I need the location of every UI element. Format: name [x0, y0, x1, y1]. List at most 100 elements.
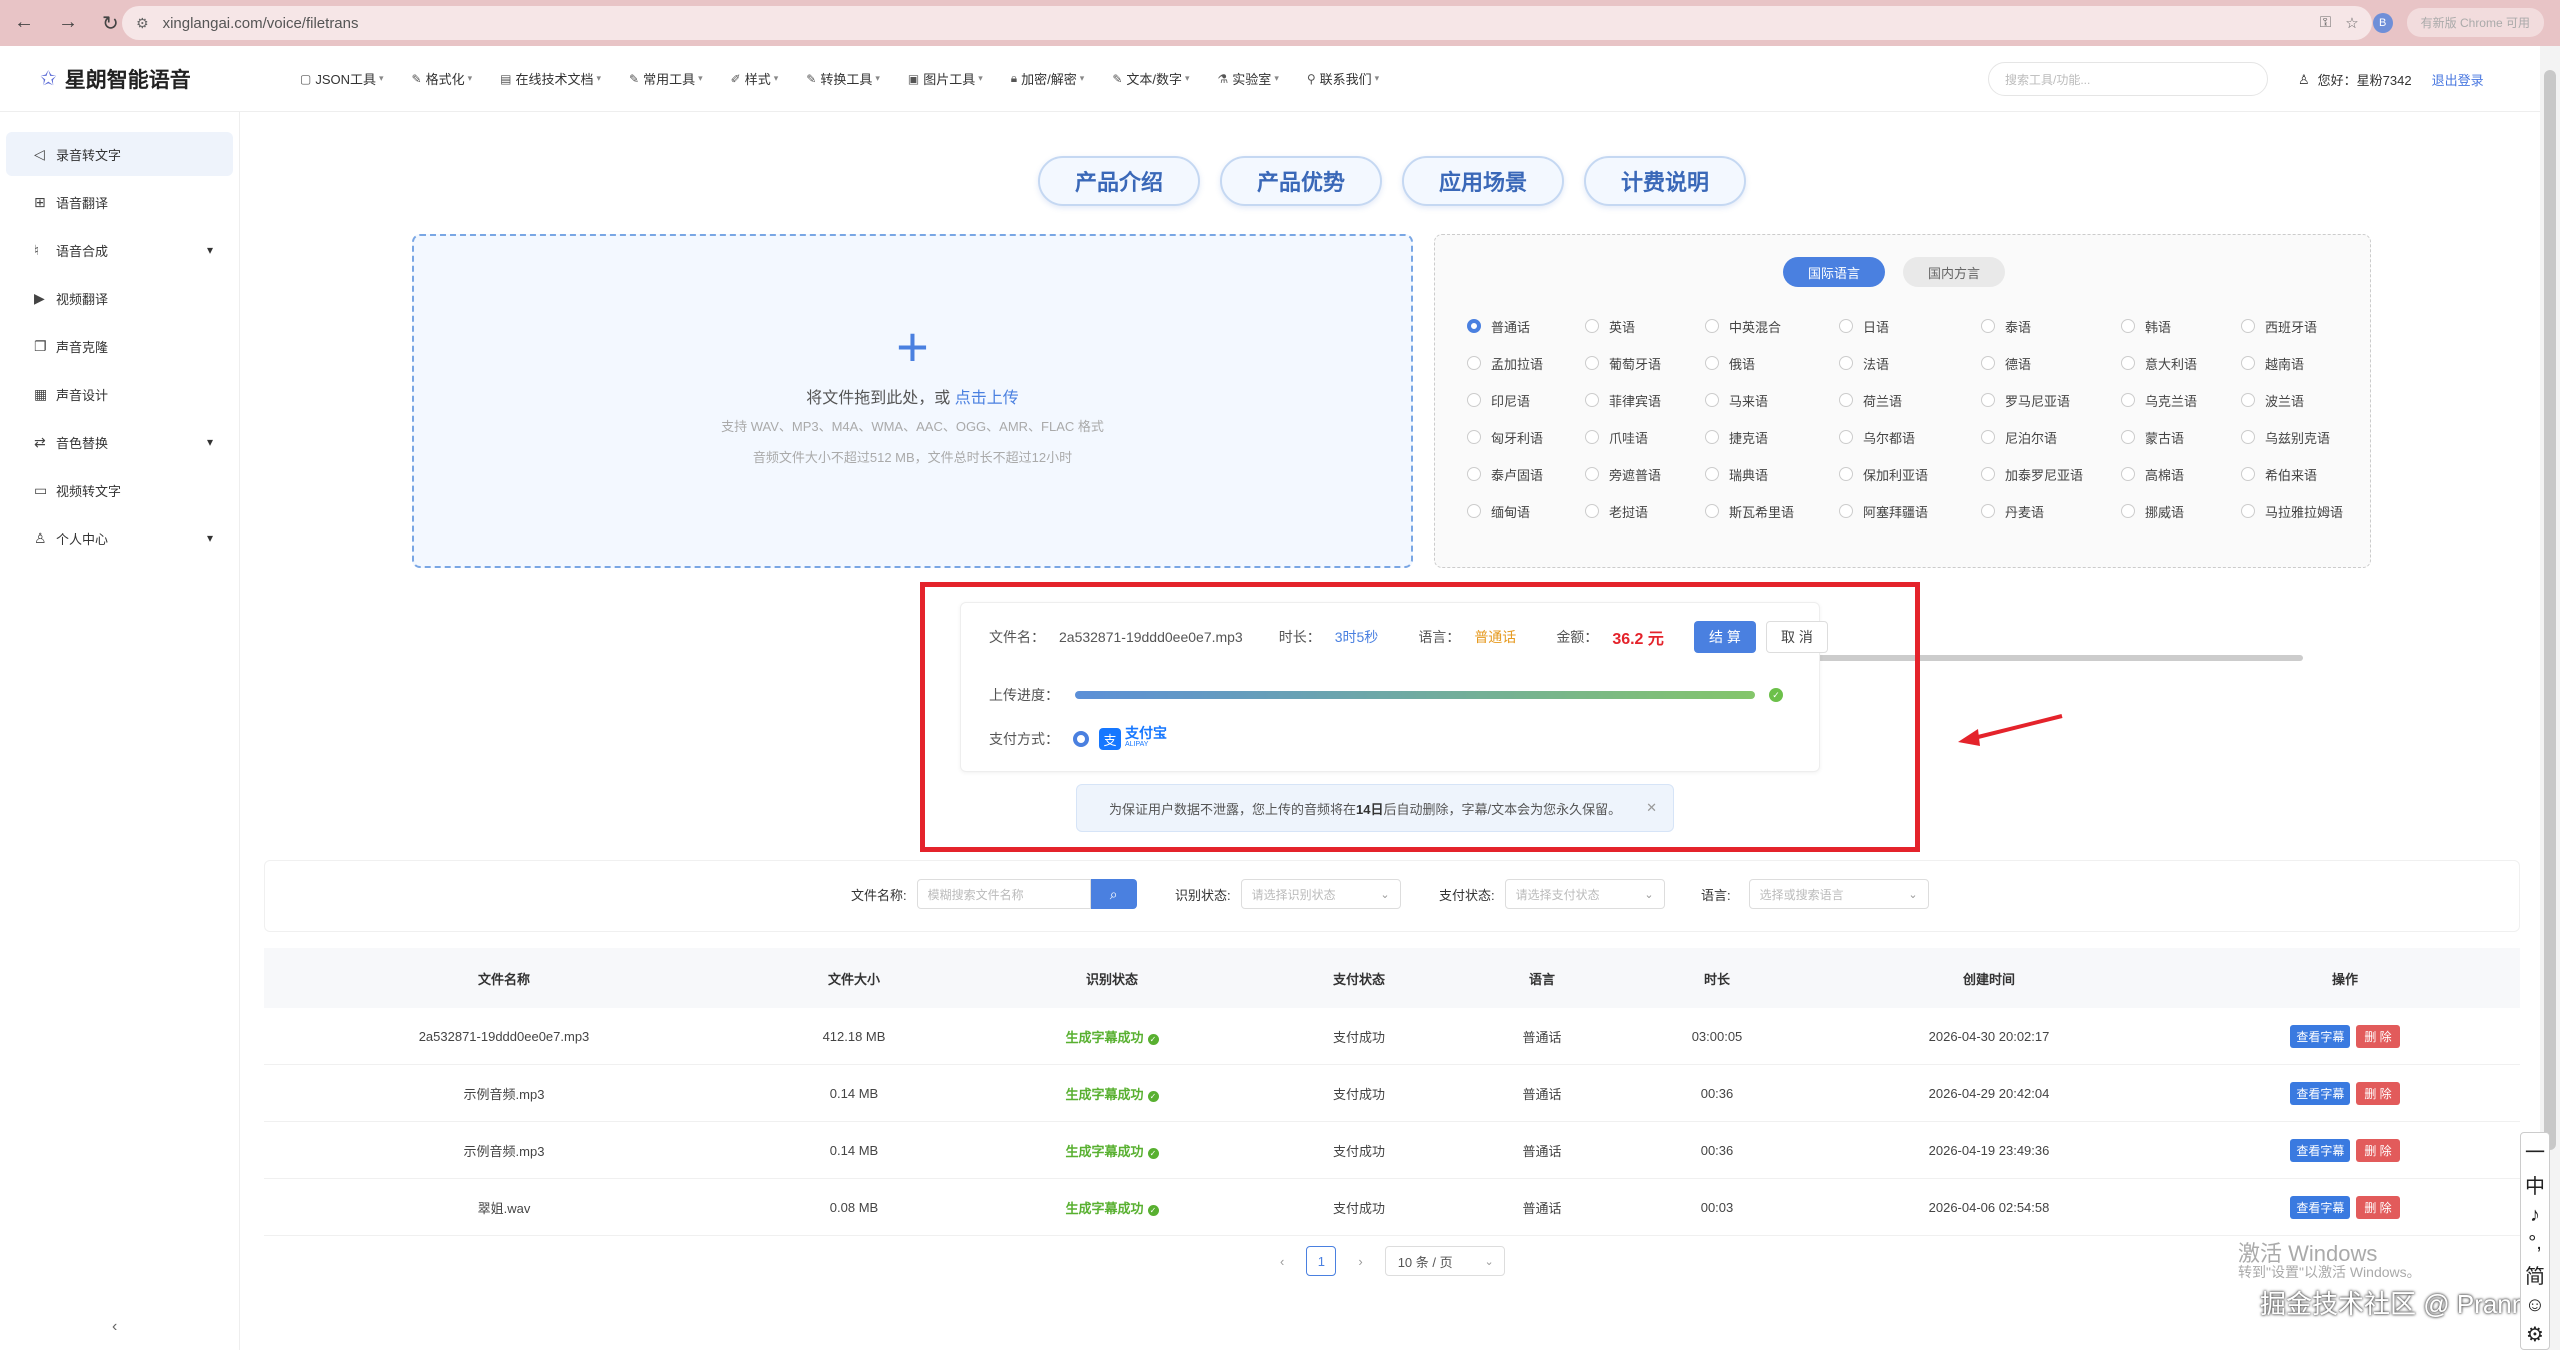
language-option[interactable]: 旁遮普语 — [1585, 465, 1705, 483]
ime-punctuation-icon[interactable]: °, — [2528, 1232, 2542, 1255]
delete-button[interactable]: 删 除 — [2356, 1024, 2400, 1048]
close-icon[interactable]: ✕ — [1646, 800, 1657, 816]
menu-docs[interactable]: ▤ 在线技术文档 ▾ — [486, 69, 615, 88]
menu-format[interactable]: ✎ 格式化 ▾ — [398, 69, 487, 88]
radio-button[interactable] — [1705, 504, 1719, 518]
language-option[interactable]: 缅甸语 — [1467, 502, 1585, 520]
radio-button[interactable] — [1585, 393, 1599, 407]
radio-button[interactable] — [1839, 356, 1853, 370]
language-option[interactable]: 越南语 — [2241, 354, 2361, 372]
language-option[interactable]: 乌克兰语 — [2121, 391, 2241, 409]
language-option[interactable]: 英语 — [1585, 317, 1705, 335]
language-option[interactable]: 丹麦语 — [1981, 502, 2121, 520]
language-option[interactable]: 日语 — [1839, 317, 1981, 335]
language-option[interactable]: 德语 — [1981, 354, 2121, 372]
sidebar-item-video-to-text[interactable]: ▭ 视频转文字 — [6, 468, 233, 512]
radio-button[interactable] — [2121, 393, 2135, 407]
language-option[interactable]: 泰语 — [1981, 317, 2121, 335]
radio-button[interactable] — [1839, 393, 1853, 407]
tab-pricing[interactable]: 计费说明 — [1584, 156, 1746, 206]
view-subtitles-button[interactable]: 查看字幕 — [2290, 1138, 2351, 1162]
delete-button[interactable]: 删 除 — [2356, 1081, 2400, 1105]
language-option[interactable]: 瑞典语 — [1705, 465, 1839, 483]
radio-button[interactable] — [1585, 319, 1599, 333]
menu-lab[interactable]: ⚗ 实验室 ▾ — [1204, 69, 1293, 88]
radio-button[interactable] — [2241, 393, 2255, 407]
radio-button[interactable] — [1467, 319, 1481, 333]
radio-button[interactable] — [1705, 393, 1719, 407]
view-subtitles-button[interactable]: 查看字幕 — [2290, 1081, 2351, 1105]
language-option[interactable]: 老挝语 — [1585, 502, 1705, 520]
profile-avatar[interactable]: B — [2372, 12, 2393, 33]
language-option[interactable]: 匈牙利语 — [1467, 428, 1585, 446]
language-option[interactable]: 荷兰语 — [1839, 391, 1981, 409]
tab-product-advantages[interactable]: 产品优势 — [1220, 156, 1382, 206]
alipay-radio[interactable] — [1073, 731, 1089, 747]
chrome-update-button[interactable]: 有新版 Chrome 可用 — [2406, 8, 2544, 37]
file-name-search-input[interactable]: 模糊搜索文件名称 — [916, 879, 1091, 909]
recognize-status-select[interactable]: 请选择识别状态 ⌄ — [1240, 879, 1401, 909]
language-option[interactable]: 罗马尼亚语 — [1981, 391, 2121, 409]
menu-common-tools[interactable]: ✎ 常用工具 ▾ — [615, 69, 717, 88]
radio-button[interactable] — [1839, 504, 1853, 518]
tab-domestic-dialects[interactable]: 国内方言 — [1903, 257, 2005, 287]
radio-button[interactable] — [1467, 430, 1481, 444]
site-logo[interactable]: ✩ 星朗智能语音 — [40, 64, 240, 94]
language-option[interactable]: 爪哇语 — [1585, 428, 1705, 446]
tab-product-intro[interactable]: 产品介绍 — [1038, 156, 1200, 206]
language-option[interactable]: 乌兹别克语 — [2241, 428, 2361, 446]
radio-button[interactable] — [1705, 467, 1719, 481]
radio-button[interactable] — [1585, 430, 1599, 444]
language-option[interactable]: 马拉雅拉姆语 — [2241, 502, 2361, 520]
radio-button[interactable] — [1705, 356, 1719, 370]
scrollbar-thumb[interactable] — [2544, 70, 2556, 1150]
language-option[interactable]: 意大利语 — [2121, 354, 2241, 372]
radio-button[interactable] — [1981, 393, 1995, 407]
language-option[interactable]: 波兰语 — [2241, 391, 2361, 409]
delete-button[interactable]: 删 除 — [2356, 1138, 2400, 1162]
tool-search-input[interactable]: 搜索工具/功能... — [1988, 62, 2268, 96]
logout-link[interactable]: 退出登录 — [2432, 70, 2484, 89]
view-subtitles-button[interactable]: 查看字幕 — [2290, 1024, 2351, 1048]
menu-text-number[interactable]: ✎ 文本/数字 ▾ — [1098, 69, 1203, 88]
tab-use-cases[interactable]: 应用场景 — [1402, 156, 1564, 206]
language-option[interactable]: 加泰罗尼亚语 — [1981, 465, 2121, 483]
ime-settings-icon[interactable]: ⚙ — [2526, 1322, 2544, 1347]
language-option[interactable]: 乌尔都语 — [1839, 428, 1981, 446]
sidebar-item-profile[interactable]: ♙ 个人中心 ▾ — [6, 516, 233, 560]
site-info-icon[interactable]: ⚙ — [136, 15, 149, 32]
view-subtitles-button[interactable]: 查看字幕 — [2290, 1195, 2351, 1219]
password-key-icon[interactable]: ⚿ — [2320, 14, 2331, 31]
back-icon[interactable]: ← — [14, 11, 34, 36]
radio-button[interactable] — [1981, 430, 1995, 444]
language-option[interactable]: 马来语 — [1705, 391, 1839, 409]
search-button[interactable]: ⌕ — [1090, 879, 1137, 909]
radio-button[interactable] — [2121, 504, 2135, 518]
language-option[interactable]: 高棉语 — [2121, 465, 2241, 483]
radio-button[interactable] — [2241, 430, 2255, 444]
menu-style[interactable]: ✐ 样式 ▾ — [717, 69, 793, 88]
radio-button[interactable] — [1467, 393, 1481, 407]
sidebar-item-voice-replace[interactable]: ⇄ 音色替换 ▾ — [6, 420, 233, 464]
prev-page-icon[interactable]: ‹ — [1280, 1254, 1284, 1269]
radio-button[interactable] — [1981, 319, 1995, 333]
menu-json-tools[interactable]: ▢ JSON工具 ▾ — [286, 69, 398, 88]
radio-button[interactable] — [2241, 504, 2255, 518]
ime-minimize-icon[interactable]: 一 — [2525, 1136, 2545, 1165]
page-size-select[interactable]: 10 条 / 页 ⌄ — [1384, 1246, 1505, 1276]
next-page-icon[interactable]: › — [1358, 1254, 1362, 1269]
language-option[interactable]: 阿塞拜疆语 — [1839, 502, 1981, 520]
pay-button[interactable]: 结 算 — [1693, 621, 1756, 653]
upload-dropzone[interactable]: + 将文件拖到此处，或 点击上传 支持 WAV、MP3、M4A、WMA、AAC、… — [412, 234, 1413, 568]
language-option[interactable]: 泰卢固语 — [1467, 465, 1585, 483]
ime-simplified-mode[interactable]: 简 — [2525, 1260, 2545, 1289]
language-option[interactable]: 保加利亚语 — [1839, 465, 1981, 483]
language-option[interactable]: 捷克语 — [1705, 428, 1839, 446]
language-option[interactable]: 印尼语 — [1467, 391, 1585, 409]
cancel-button[interactable]: 取 消 — [1765, 621, 1828, 653]
radio-button[interactable] — [1585, 467, 1599, 481]
radio-button[interactable] — [2241, 319, 2255, 333]
menu-crypto[interactable]: 🔒︎ 加密/解密 ▾ — [997, 69, 1099, 88]
radio-button[interactable] — [2121, 356, 2135, 370]
radio-button[interactable] — [1705, 319, 1719, 333]
